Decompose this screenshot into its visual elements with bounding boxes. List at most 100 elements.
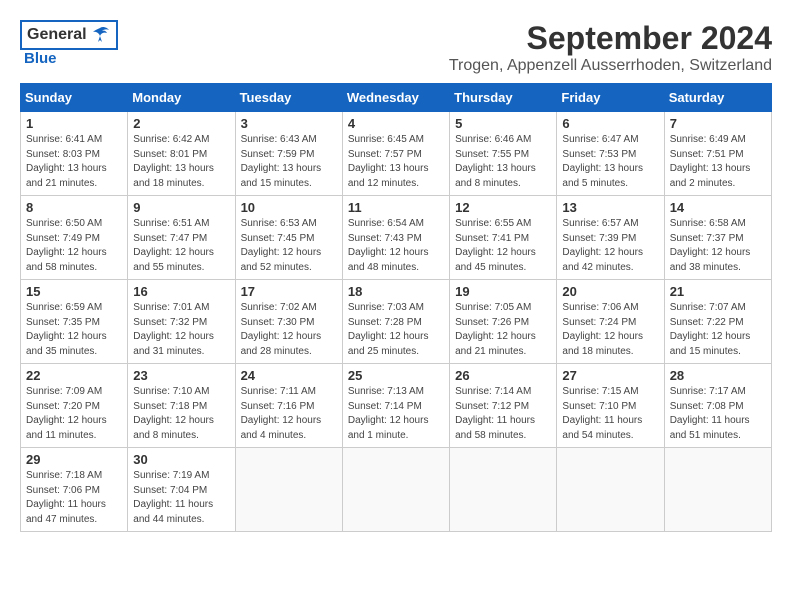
- calendar-cell: [235, 448, 342, 532]
- calendar-cell: 9Sunrise: 6:51 AMSunset: 7:47 PMDaylight…: [128, 196, 235, 280]
- day-number: 15: [26, 284, 122, 299]
- calendar-week-1: 1Sunrise: 6:41 AMSunset: 8:03 PMDaylight…: [21, 112, 772, 196]
- day-number: 6: [562, 116, 658, 131]
- cell-info: Sunrise: 6:49 AMSunset: 7:51 PMDaylight:…: [670, 134, 751, 189]
- logo: General Blue: [20, 20, 118, 67]
- cell-info: Sunrise: 7:18 AMSunset: 7:06 PMDaylight:…: [26, 470, 106, 525]
- location-title: Trogen, Appenzell Ausserrhoden, Switzerl…: [449, 57, 772, 75]
- header-day-friday: Friday: [557, 84, 664, 112]
- cell-info: Sunrise: 6:57 AMSunset: 7:39 PMDaylight:…: [562, 218, 643, 273]
- calendar-cell: 1Sunrise: 6:41 AMSunset: 8:03 PMDaylight…: [21, 112, 128, 196]
- calendar-cell: 4Sunrise: 6:45 AMSunset: 7:57 PMDaylight…: [342, 112, 449, 196]
- cell-info: Sunrise: 6:50 AMSunset: 7:49 PMDaylight:…: [26, 218, 107, 273]
- cell-info: Sunrise: 6:58 AMSunset: 7:37 PMDaylight:…: [670, 218, 751, 273]
- calendar-cell: 18 Sunrise: 7:03 AMSunset: 7:28 PMDayligh…: [342, 280, 449, 364]
- calendar-table: SundayMondayTuesdayWednesdayThursdayFrid…: [20, 83, 772, 532]
- cell-info: Sunrise: 6:41 AMSunset: 8:03 PMDaylight:…: [26, 134, 107, 189]
- logo-general: General: [27, 26, 87, 44]
- calendar-cell: 25 Sunrise: 7:13 AMSunset: 7:14 PMDayligh…: [342, 364, 449, 448]
- day-number: 26: [455, 368, 551, 383]
- day-number: 29: [26, 452, 122, 467]
- header-day-thursday: Thursday: [450, 84, 557, 112]
- calendar-cell: 23Sunrise: 7:10 AMSunset: 7:18 PMDayligh…: [128, 364, 235, 448]
- logo-blue-text: Blue: [24, 50, 57, 67]
- calendar-cell: [664, 448, 771, 532]
- calendar-cell: 22Sunrise: 7:09 AMSunset: 7:20 PMDayligh…: [21, 364, 128, 448]
- calendar-week-2: 8Sunrise: 6:50 AMSunset: 7:49 PMDaylight…: [21, 196, 772, 280]
- calendar-cell: [557, 448, 664, 532]
- day-number: 7: [670, 116, 766, 131]
- cell-info: Sunrise: 7:02 AMSunset: 7:30 PMDaylight:…: [241, 302, 322, 357]
- calendar-cell: 6 Sunrise: 6:47 AMSunset: 7:53 PMDaylight…: [557, 112, 664, 196]
- day-number: 3: [241, 116, 337, 131]
- calendar-cell: 17 Sunrise: 7:02 AMSunset: 7:30 PMDayligh…: [235, 280, 342, 364]
- calendar-cell: 3 Sunrise: 6:43 AMSunset: 7:59 PMDaylight…: [235, 112, 342, 196]
- cell-info: Sunrise: 6:54 AMSunset: 7:43 PMDaylight:…: [348, 218, 429, 273]
- header-day-saturday: Saturday: [664, 84, 771, 112]
- day-number: 19: [455, 284, 551, 299]
- cell-info: Sunrise: 7:03 AMSunset: 7:28 PMDaylight:…: [348, 302, 429, 357]
- cell-info: Sunrise: 6:55 AMSunset: 7:41 PMDaylight:…: [455, 218, 536, 273]
- day-number: 10: [241, 200, 337, 215]
- day-number: 25: [348, 368, 444, 383]
- calendar-week-5: 29 Sunrise: 7:18 AMSunset: 7:06 PMDayligh…: [21, 448, 772, 532]
- day-number: 17: [241, 284, 337, 299]
- day-number: 20: [562, 284, 658, 299]
- calendar-cell: 27Sunrise: 7:15 AMSunset: 7:10 PMDayligh…: [557, 364, 664, 448]
- cell-info: Sunrise: 7:01 AMSunset: 7:32 PMDaylight:…: [133, 302, 214, 357]
- cell-info: Sunrise: 6:51 AMSunset: 7:47 PMDaylight:…: [133, 218, 214, 273]
- cell-info: Sunrise: 7:17 AMSunset: 7:08 PMDaylight:…: [670, 386, 750, 441]
- calendar-cell: 14Sunrise: 6:58 AMSunset: 7:37 PMDayligh…: [664, 196, 771, 280]
- day-number: 11: [348, 200, 444, 215]
- day-number: 16: [133, 284, 229, 299]
- calendar-cell: 16 Sunrise: 7:01 AMSunset: 7:32 PMDayligh…: [128, 280, 235, 364]
- cell-info: Sunrise: 7:11 AMSunset: 7:16 PMDaylight:…: [241, 386, 322, 441]
- day-number: 28: [670, 368, 766, 383]
- calendar-header-row: SundayMondayTuesdayWednesdayThursdayFrid…: [21, 84, 772, 112]
- day-number: 5: [455, 116, 551, 131]
- cell-info: Sunrise: 7:07 AMSunset: 7:22 PMDaylight:…: [670, 302, 751, 357]
- cell-info: Sunrise: 6:53 AMSunset: 7:45 PMDaylight:…: [241, 218, 322, 273]
- calendar-cell: 2 Sunrise: 6:42 AMSunset: 8:01 PMDaylight…: [128, 112, 235, 196]
- cell-info: Sunrise: 7:19 AMSunset: 7:04 PMDaylight:…: [133, 470, 213, 525]
- day-number: 27: [562, 368, 658, 383]
- calendar-cell: [342, 448, 449, 532]
- calendar-cell: 7 Sunrise: 6:49 AMSunset: 7:51 PMDaylight…: [664, 112, 771, 196]
- header-day-monday: Monday: [128, 84, 235, 112]
- calendar-cell: 15 Sunrise: 6:59 AMSunset: 7:35 PMDayligh…: [21, 280, 128, 364]
- cell-info: Sunrise: 6:42 AMSunset: 8:01 PMDaylight:…: [133, 134, 214, 189]
- calendar-cell: 5 Sunrise: 6:46 AMSunset: 7:55 PMDaylight…: [450, 112, 557, 196]
- cell-info: Sunrise: 6:43 AMSunset: 7:59 PMDaylight:…: [241, 134, 322, 189]
- calendar-cell: 28 Sunrise: 7:17 AMSunset: 7:08 PMDayligh…: [664, 364, 771, 448]
- cell-info: Sunrise: 6:59 AMSunset: 7:35 PMDaylight:…: [26, 302, 107, 357]
- cell-info: Sunrise: 7:14 AMSunset: 7:12 PMDaylight:…: [455, 386, 535, 441]
- month-title: September 2024: [449, 20, 772, 57]
- calendar-cell: 21 Sunrise: 7:07 AMSunset: 7:22 PMDayligh…: [664, 280, 771, 364]
- cell-info: Sunrise: 7:13 AMSunset: 7:14 PMDaylight:…: [348, 386, 429, 441]
- cell-info: Sunrise: 6:46 AMSunset: 7:55 PMDaylight:…: [455, 134, 536, 189]
- calendar-cell: [450, 448, 557, 532]
- calendar-cell: 11 Sunrise: 6:54 AMSunset: 7:43 PMDayligh…: [342, 196, 449, 280]
- logo-box: General: [20, 20, 118, 50]
- cell-info: Sunrise: 7:10 AMSunset: 7:18 PMDaylight:…: [133, 386, 214, 441]
- calendar-week-3: 15 Sunrise: 6:59 AMSunset: 7:35 PMDayligh…: [21, 280, 772, 364]
- cell-info: Sunrise: 6:47 AMSunset: 7:53 PMDaylight:…: [562, 134, 643, 189]
- day-number: 2: [133, 116, 229, 131]
- calendar-week-4: 22Sunrise: 7:09 AMSunset: 7:20 PMDayligh…: [21, 364, 772, 448]
- day-number: 21: [670, 284, 766, 299]
- day-number: 24: [241, 368, 337, 383]
- calendar-cell: 8Sunrise: 6:50 AMSunset: 7:49 PMDaylight…: [21, 196, 128, 280]
- calendar-cell: 29 Sunrise: 7:18 AMSunset: 7:06 PMDayligh…: [21, 448, 128, 532]
- day-number: 12: [455, 200, 551, 215]
- header-day-wednesday: Wednesday: [342, 84, 449, 112]
- calendar-cell: 13Sunrise: 6:57 AMSunset: 7:39 PMDayligh…: [557, 196, 664, 280]
- cell-info: Sunrise: 7:09 AMSunset: 7:20 PMDaylight:…: [26, 386, 107, 441]
- calendar-cell: 20Sunrise: 7:06 AMSunset: 7:24 PMDayligh…: [557, 280, 664, 364]
- calendar-cell: 10 Sunrise: 6:53 AMSunset: 7:45 PMDayligh…: [235, 196, 342, 280]
- header-day-tuesday: Tuesday: [235, 84, 342, 112]
- day-number: 18: [348, 284, 444, 299]
- calendar-cell: 12 Sunrise: 6:55 AMSunset: 7:41 PMDayligh…: [450, 196, 557, 280]
- page-header: General Blue September 2024 Trogen, Appe…: [20, 20, 772, 75]
- calendar-cell: 19 Sunrise: 7:05 AMSunset: 7:26 PMDayligh…: [450, 280, 557, 364]
- cell-info: Sunrise: 7:05 AMSunset: 7:26 PMDaylight:…: [455, 302, 536, 357]
